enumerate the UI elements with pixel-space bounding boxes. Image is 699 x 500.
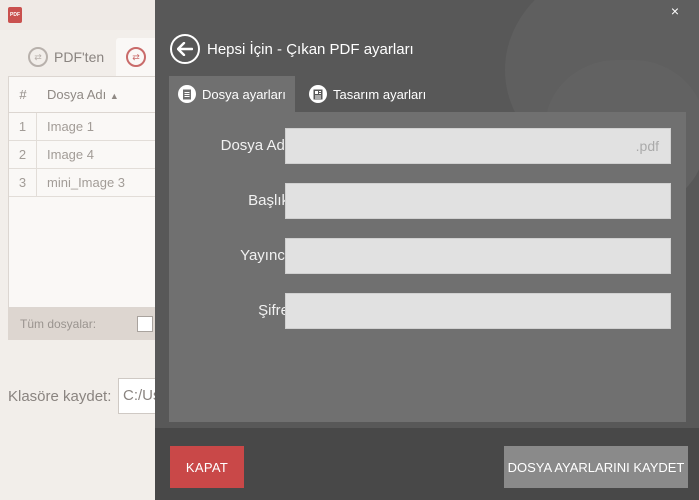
tab-from-pdf-label: PDF'ten xyxy=(54,49,105,65)
settings-panel: × Hepsi İçin - Çıkan PDF ayarları Dosya … xyxy=(155,0,699,500)
close-button[interactable]: KAPAT xyxy=(170,446,244,488)
title-label: Başlık xyxy=(248,192,289,209)
column-header-number[interactable]: # xyxy=(9,87,37,102)
row-number: 1 xyxy=(9,113,37,140)
row-number: 3 xyxy=(9,169,37,196)
dialog-title: Hepsi İçin - Çıkan PDF ayarları xyxy=(207,41,414,58)
publisher-row: Yayıncı xyxy=(169,238,686,274)
pdf-convert-icon: ⇄ xyxy=(28,47,48,67)
publisher-label: Yayıncı xyxy=(240,247,289,264)
title-input[interactable] xyxy=(285,183,671,219)
row-filename: mini_Image 3 xyxy=(47,175,126,190)
row-filename: Image 4 xyxy=(47,147,94,162)
tab-from-pdf[interactable]: ⇄ PDF'ten xyxy=(18,38,114,76)
password-input[interactable] xyxy=(285,293,671,329)
table-row[interactable]: 2 Image 4 xyxy=(9,141,157,169)
close-icon[interactable]: × xyxy=(664,1,686,21)
table-header: # Dosya Adı ▲ xyxy=(9,77,157,113)
pdf-create-icon: ⇄ xyxy=(126,47,146,67)
file-table: # Dosya Adı ▲ 1 Image 1 2 Image 4 3 mini… xyxy=(8,76,158,308)
file-settings-form: Dosya Adı .pdf Başlık Yayıncı Şifre xyxy=(169,112,686,422)
column-header-filename-label: Dosya Adı xyxy=(47,87,107,102)
layout-icon xyxy=(309,85,327,103)
table-row[interactable]: 1 Image 1 xyxy=(9,113,157,141)
main-tabstrip: ⇄ PDF'ten ⇄ xyxy=(0,38,176,76)
filename-input[interactable] xyxy=(285,128,671,164)
save-file-settings-button[interactable]: DOSYA AYARLARINI KAYDET xyxy=(504,446,688,488)
tab-file-settings[interactable]: Dosya ayarları xyxy=(169,76,295,112)
document-icon xyxy=(178,85,196,103)
table-footer: Tüm dosyalar: xyxy=(8,308,158,340)
all-files-checkbox[interactable] xyxy=(137,316,153,332)
pdf-extension-suffix: .pdf xyxy=(635,138,659,154)
tab-design-settings[interactable]: Tasarım ayarları xyxy=(307,76,437,112)
sort-asc-icon: ▲ xyxy=(109,91,119,101)
tab-design-settings-label: Tasarım ayarları xyxy=(333,86,427,102)
row-filename: Image 1 xyxy=(47,119,94,134)
title-row: Başlık xyxy=(169,183,686,219)
table-row[interactable]: 3 mini_Image 3 xyxy=(9,169,157,197)
app-logo: PDF xyxy=(8,7,22,23)
password-row: Şifre xyxy=(169,293,686,329)
all-files-label: Tüm dosyalar: xyxy=(20,317,97,331)
publisher-input[interactable] xyxy=(285,238,671,274)
filename-row: Dosya Adı .pdf xyxy=(169,128,686,164)
save-to-folder-label: Klasöre kaydet: xyxy=(8,388,112,405)
column-header-filename[interactable]: Dosya Adı ▲ xyxy=(37,87,119,102)
filename-label: Dosya Adı xyxy=(220,137,289,154)
tab-file-settings-label: Dosya ayarları xyxy=(202,86,286,102)
row-number: 2 xyxy=(9,141,37,168)
back-arrow-icon[interactable] xyxy=(170,34,200,64)
